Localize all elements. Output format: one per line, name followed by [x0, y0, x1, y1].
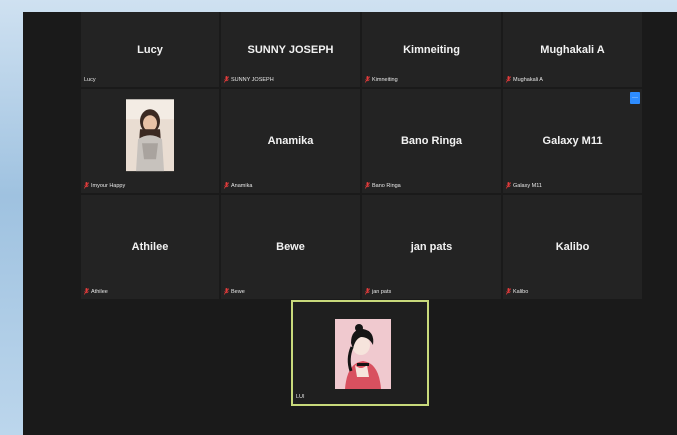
participant-video	[126, 99, 174, 172]
participant-label: Imyour Happy	[84, 182, 125, 189]
mic-muted-icon	[224, 288, 229, 295]
participant-label: jan pats	[365, 288, 391, 295]
participant-label-text: Mughakali A	[513, 76, 543, 83]
mic-muted-icon	[224, 182, 229, 189]
mic-muted-icon	[506, 182, 511, 189]
participant-tile[interactable]: jan pats jan pats	[362, 195, 501, 299]
mic-muted-icon	[506, 288, 511, 295]
participant-label: Kimneiting	[365, 76, 398, 83]
self-avatar-image	[335, 319, 391, 389]
participant-tile[interactable]: Kimneiting Kimneiting	[362, 12, 501, 87]
participant-tile[interactable]: Bano Ringa Bano Ringa	[362, 89, 501, 193]
participant-label: Kalibo	[506, 288, 528, 295]
participant-label-text: Kalibo	[513, 288, 529, 295]
participant-tile[interactable]: Kalibo Kalibo	[503, 195, 642, 299]
participant-label-text: Galaxy M11	[513, 182, 542, 189]
participant-video-tile[interactable]: Imyour Happy	[81, 89, 219, 193]
participant-label-text: Lucy	[84, 77, 96, 83]
mic-muted-icon	[365, 182, 370, 189]
participant-tile[interactable]: Lucy Lucy	[81, 12, 219, 87]
participant-label-text: Athilee	[91, 288, 108, 295]
mic-muted-icon	[84, 288, 89, 295]
participant-name: jan pats	[410, 241, 453, 253]
participant-tile[interactable]: Mughakali A Mughakali A	[503, 12, 642, 87]
participant-label: Bewe	[224, 288, 245, 295]
participant-label-text: Anamika	[231, 182, 253, 189]
participant-tile[interactable]: Anamika Anamika	[221, 89, 360, 193]
participant-tile[interactable]: Bewe Bewe	[221, 195, 360, 299]
participant-tile[interactable]: SUNNY JOSEPH SUNNY JOSEPH	[221, 12, 360, 87]
participant-name: Mughakali A	[540, 43, 605, 56]
self-view-label: LUI	[296, 394, 305, 400]
participant-label: Bano Ringa	[365, 182, 401, 189]
participant-label-text: Imyour Happy	[91, 182, 126, 189]
participant-name: Athilee	[131, 241, 169, 253]
participant-label-text: Bano Ringa	[372, 182, 401, 189]
participant-name: Galaxy M11	[542, 135, 603, 147]
participant-label: SUNNY JOSEPH	[224, 76, 274, 83]
participant-name: Anamika	[267, 135, 314, 147]
participant-name: Bewe	[276, 241, 305, 253]
self-view-tile[interactable]: LUI	[291, 300, 429, 406]
participant-label: Athilee	[84, 288, 108, 295]
participant-label: Mughakali A	[506, 76, 543, 83]
participant-name: SUNNY JOSEPH	[247, 43, 334, 56]
mic-muted-icon	[224, 76, 229, 83]
mic-muted-icon	[84, 182, 89, 189]
participant-label-text: Kimneiting	[372, 76, 398, 83]
participant-name: Bano Ringa	[400, 135, 463, 147]
participant-name: Lucy	[137, 43, 163, 56]
more-options-button[interactable]: …	[630, 92, 640, 104]
participant-tile[interactable]: Athilee Athilee	[81, 195, 219, 299]
participant-label: Galaxy M11	[506, 182, 542, 189]
participant-label: Anamika	[224, 182, 252, 189]
participant-label-text: SUNNY JOSEPH	[231, 76, 274, 83]
participant-label-text: Bewe	[231, 288, 245, 295]
participant-tile[interactable]: … Galaxy M11 Galaxy M11	[503, 89, 642, 193]
mic-muted-icon	[506, 76, 511, 83]
mic-muted-icon	[365, 76, 370, 83]
more-icon: …	[632, 93, 638, 100]
participant-label-text: jan pats	[372, 288, 392, 295]
participant-name: Kimneiting	[403, 43, 460, 56]
participant-name: Kalibo	[555, 241, 590, 253]
participant-label: Lucy	[84, 77, 96, 83]
mic-muted-icon	[365, 288, 370, 295]
